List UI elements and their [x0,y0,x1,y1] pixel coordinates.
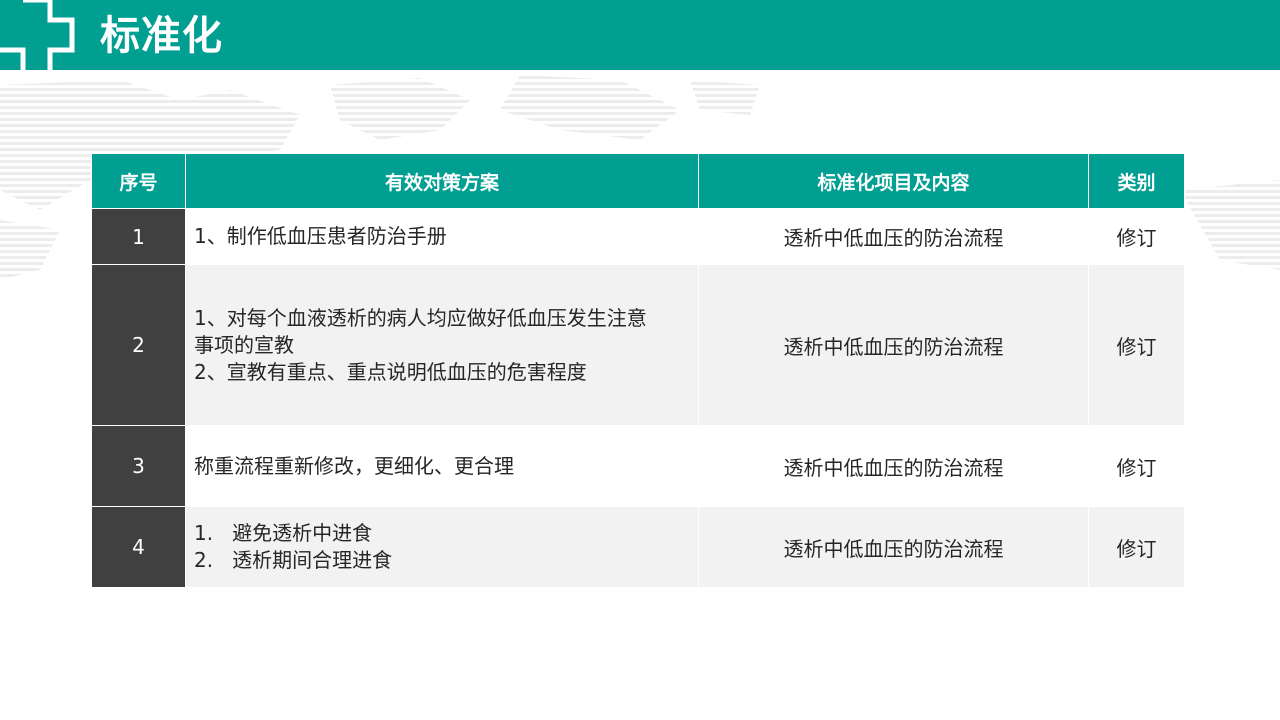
content-cell: 透析中低血压的防治流程 [698,264,1089,426]
content-cell: 透析中低血压的防治流程 [698,506,1089,588]
category-cell: 修订 [1088,506,1185,588]
measure-line: 1. 避免透析中进食 [194,521,373,545]
content-cell: 透析中低血压的防治流程 [698,425,1089,507]
row-number: 1 [91,208,186,265]
header-category: 类别 [1088,153,1185,209]
measure-line: 称重流程重新修改，更细化、更合理 [194,453,514,478]
measure-cell: 称重流程重新修改，更细化、更合理 [185,425,699,507]
row-number: 4 [91,506,186,588]
table-row: 4 1. 避免透析中进食 2. 透析期间合理进食 透析中低血压的防治流程 修订 [91,506,1185,588]
table-row: 2 1、对每个血液透析的病人均应做好低血压发生注意 事项的宣教 2、宣教有重点、… [91,264,1185,426]
table-row: 3 称重流程重新修改，更细化、更合理 透析中低血压的防治流程 修订 [91,425,1185,507]
measure-cell: 1、制作低血压患者防治手册 [185,208,699,265]
content-cell: 透析中低血压的防治流程 [698,208,1089,265]
page-title: 标准化 [100,13,223,59]
measure-line: 事项的宣教 [194,332,294,357]
measure-line: 2、宣教有重点、重点说明低血压的危害程度 [194,359,587,384]
category-cell: 修订 [1088,264,1185,426]
table-header-row: 序号 有效对策方案 标准化项目及内容 类别 [91,153,1185,209]
header-serial-number: 序号 [91,153,186,209]
measure-line: 2. 透析期间合理进食 [194,548,393,572]
standardization-table: 序号 有效对策方案 标准化项目及内容 类别 1 1、制作低血压患者防治手册 透析… [91,153,1185,588]
measure-line: 1、对每个血液透析的病人均应做好低血压发生注意 [194,305,647,330]
header-standard-content: 标准化项目及内容 [698,153,1089,209]
category-cell: 修订 [1088,208,1185,265]
medical-cross-icon [0,0,75,70]
header-measures: 有效对策方案 [185,153,699,209]
table-row: 1 1、制作低血压患者防治手册 透析中低血压的防治流程 修订 [91,208,1185,265]
row-number: 3 [91,425,186,507]
row-number: 2 [91,264,186,426]
measure-line: 1、制作低血压患者防治手册 [194,224,447,248]
measure-cell: 1. 避免透析中进食 2. 透析期间合理进食 [185,506,699,588]
category-cell: 修订 [1088,425,1185,507]
measure-cell: 1、对每个血液透析的病人均应做好低血压发生注意 事项的宣教 2、宣教有重点、重点… [185,264,699,426]
